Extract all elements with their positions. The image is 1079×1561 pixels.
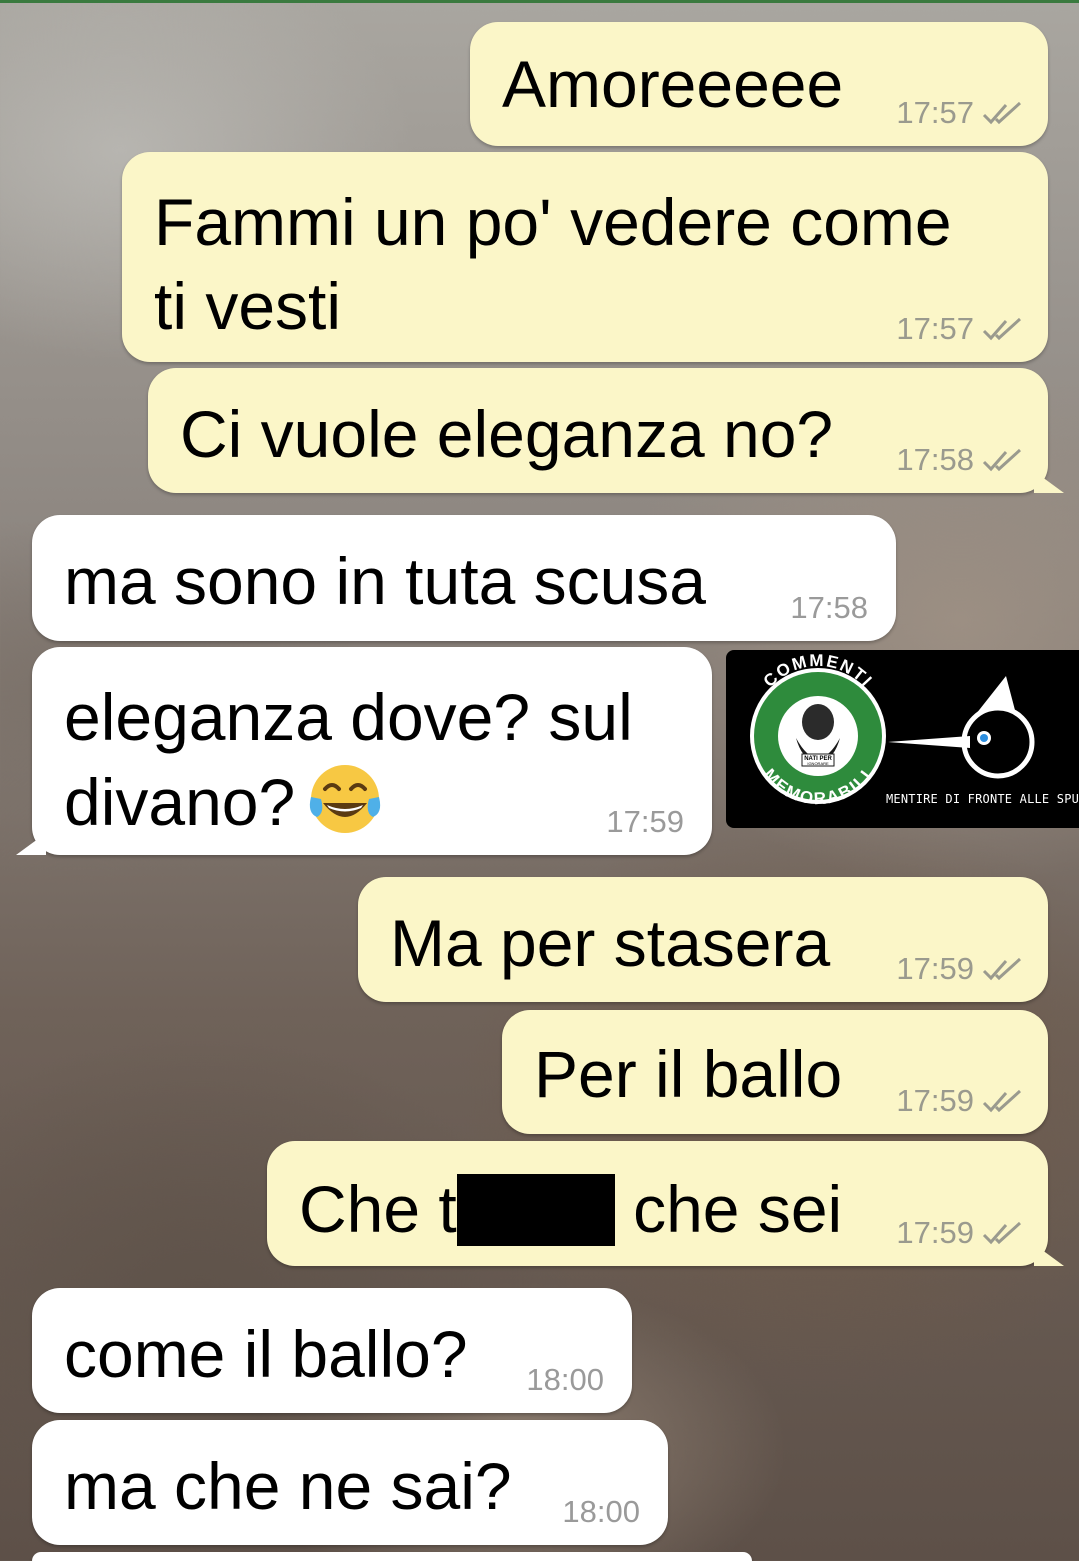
message-text: Ci vuole eleganza no? <box>180 397 834 471</box>
message-text-line: eleganza dove? sul <box>64 680 633 754</box>
message-bubble-outgoing[interactable]: Ma per stasera 17:59 <box>358 877 1048 1002</box>
watermark-caption: MENTIRE DI FRONTE ALLE SPUNTE BLU <box>886 792 1079 806</box>
message-bubble-outgoing[interactable]: Fammi un po' vedere come ti vesti 17:57 <box>122 152 1048 362</box>
message-time: 17:58 <box>896 442 974 477</box>
message-time: 17:59 <box>896 1215 974 1250</box>
message-bubble-incoming[interactable]: come il ballo? 18:00 <box>32 1288 632 1413</box>
message-bubble-incoming[interactable]: eleganza dove? sul divano? 17:59 <box>16 647 712 855</box>
message-text-part: che sei <box>633 1172 843 1246</box>
message-bubble-incoming[interactable]: ma sono in tuta scusa 17:58 <box>32 515 896 641</box>
message-time: 17:59 <box>896 1083 974 1118</box>
message-bubble-outgoing[interactable]: Ci vuole eleganza no? 17:58 <box>148 368 1064 493</box>
message-text: come il ballo? <box>64 1317 468 1391</box>
message-time: 17:57 <box>896 95 974 130</box>
message-meta: 17:59 <box>896 1216 1026 1250</box>
message-text: eleganza dove? sul divano? <box>64 675 633 844</box>
watermark: NATI PER IGNORARE COMMENTI MEMORABILI ME… <box>726 650 1079 828</box>
message-meta: 17:59 <box>896 1084 1026 1118</box>
message-meta: 17:59 <box>896 952 1026 986</box>
message-meta: 17:57 <box>896 312 1026 346</box>
message-text: Fammi un po' vedere come ti vesti <box>154 185 952 343</box>
double-check-icon <box>982 1089 1022 1113</box>
message-time: 17:59 <box>896 951 974 986</box>
message-text: ma sono in tuta scusa <box>64 544 707 618</box>
message-bubble-incoming[interactable]: ma che ne sai? 18:00 <box>32 1420 668 1545</box>
double-check-icon <box>982 1221 1022 1245</box>
message-text: Per il ballo <box>534 1037 843 1111</box>
face-with-tears-of-joy-icon <box>310 765 381 833</box>
message-text-part: Che t <box>299 1172 457 1246</box>
top-accent-line <box>0 0 1079 3</box>
svg-text:IGNORARE: IGNORARE <box>807 761 829 766</box>
double-check-icon <box>982 957 1022 981</box>
message-text: ma che ne sai? <box>64 1449 512 1523</box>
message-text: Ma per stasera <box>390 906 831 980</box>
message-bubble-outgoing[interactable]: Per il ballo 17:59 <box>502 1010 1048 1134</box>
message-time: 18:00 <box>526 1362 604 1397</box>
double-check-icon <box>982 448 1022 472</box>
message-time: 17:58 <box>790 590 868 625</box>
message-text: Amoreeeee <box>502 47 844 121</box>
message-meta: 17:57 <box>896 96 1026 130</box>
message-text-line: divano? <box>64 765 296 839</box>
redaction-bar <box>456 1174 615 1246</box>
message-bubble-outgoing[interactable]: Amoreeeee 17:57 <box>470 22 1048 146</box>
message-bubble-incoming-partial[interactable] <box>32 1552 752 1561</box>
message-time: 17:57 <box>896 311 974 346</box>
message-time: 18:00 <box>562 1494 640 1529</box>
message-time: 17:59 <box>606 804 684 839</box>
double-check-icon <box>982 101 1022 125</box>
double-check-icon <box>982 317 1022 341</box>
message-meta: 17:58 <box>896 443 1026 477</box>
message-text: Che t che sei <box>299 1167 842 1251</box>
message-bubble-outgoing[interactable]: Che t che sei 17:59 <box>267 1141 1064 1266</box>
